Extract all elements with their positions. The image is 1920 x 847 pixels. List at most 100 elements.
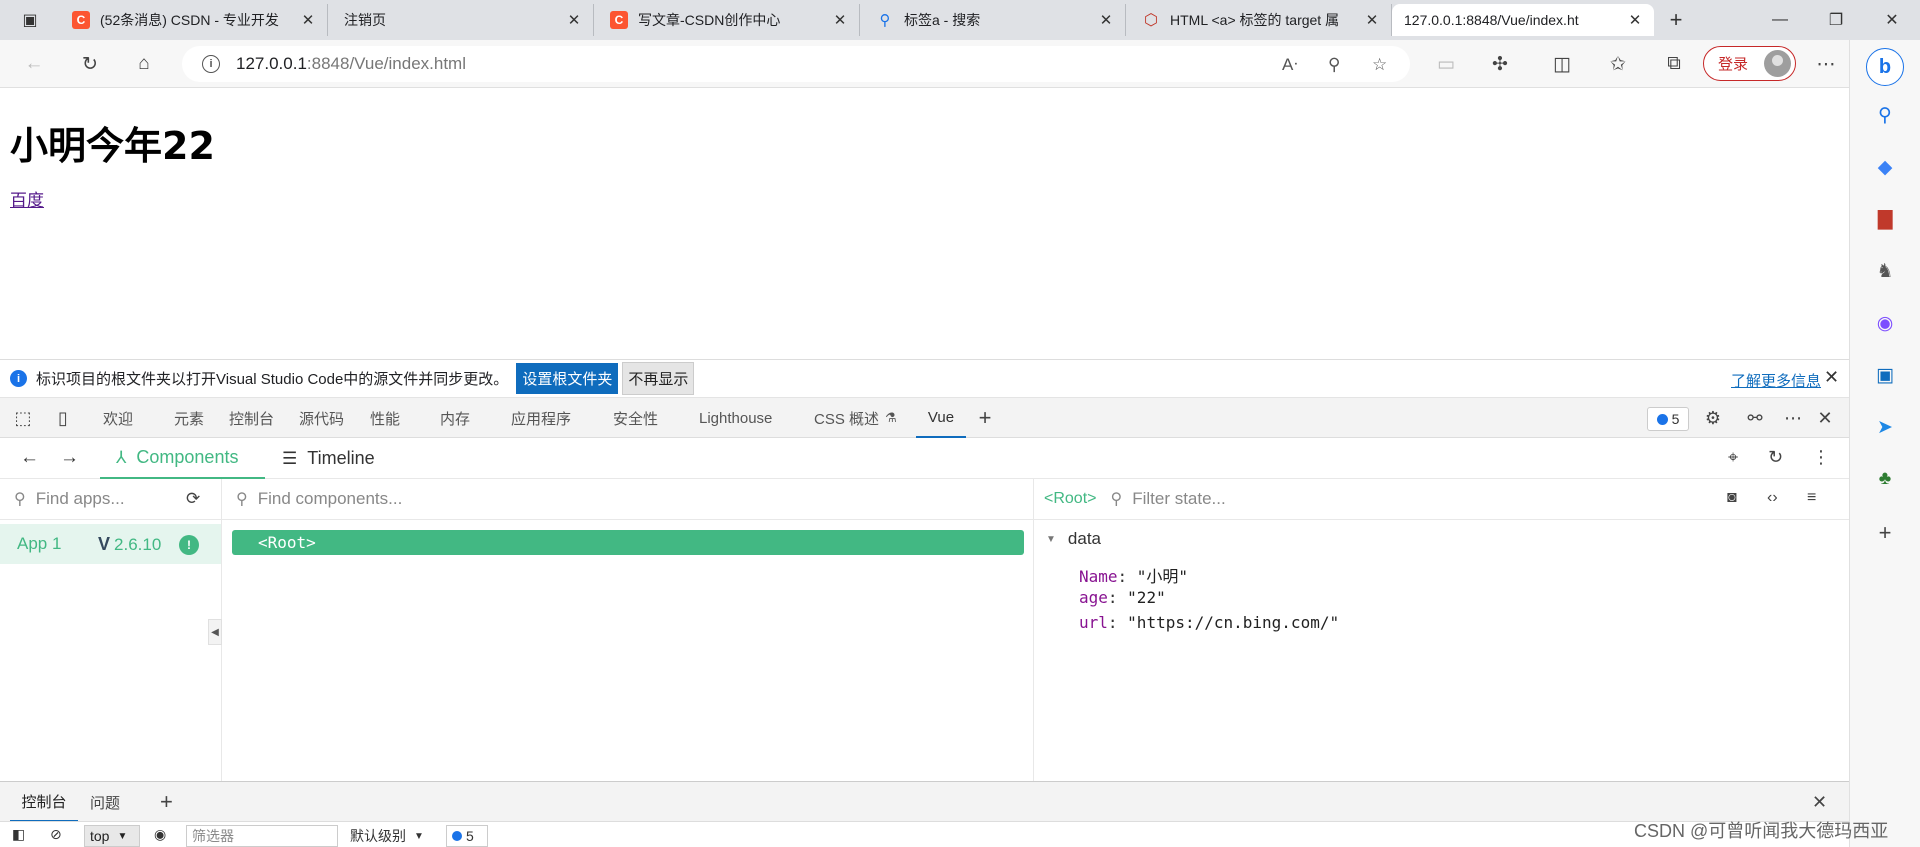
devtools-tab-elements[interactable]: 元素 xyxy=(174,398,204,438)
filter-state-input[interactable]: Filter state... xyxy=(1132,489,1226,509)
scroll-to-component-icon[interactable]: ≡ xyxy=(1807,489,1816,507)
office-icon[interactable]: ◉ xyxy=(1872,310,1898,336)
collections-icon[interactable]: ⧉ xyxy=(1658,50,1690,78)
collapse-pane-icon[interactable]: ◀ xyxy=(208,619,222,645)
outlook-icon[interactable]: ▣ xyxy=(1872,362,1898,388)
split-screen-icon[interactable]: ◫ xyxy=(1546,50,1578,78)
read-aloud-icon[interactable]: Aᐧ xyxy=(1282,55,1298,75)
new-tab-icon[interactable]: + xyxy=(1660,6,1692,34)
back-icon[interactable]: ← xyxy=(18,50,50,78)
close-tab-icon[interactable]: ✕ xyxy=(1097,11,1115,29)
find-apps-input[interactable]: Find apps... xyxy=(36,489,125,509)
state-prop-url[interactable]: url: "https://cn.bing.com/" xyxy=(1079,613,1339,632)
zoom-icon[interactable]: ⚲ xyxy=(1328,55,1340,75)
prop-key: url xyxy=(1079,613,1108,632)
nav-back-icon[interactable]: ← xyxy=(20,447,39,469)
tools-briefcase-icon[interactable]: ▇ xyxy=(1872,206,1898,232)
devtools-tab-welcome[interactable]: 欢迎 xyxy=(103,398,133,438)
context-selector[interactable]: top ▼ xyxy=(84,825,140,847)
tree-node-root[interactable]: <Root> xyxy=(232,530,1024,555)
learn-more-link[interactable]: 了解更多信息 xyxy=(1731,370,1821,391)
open-source-icon[interactable]: ‹› xyxy=(1767,489,1778,507)
close-tab-icon[interactable]: ✕ xyxy=(565,11,583,29)
devtools-tab-performance[interactable]: 性能 xyxy=(370,398,400,438)
settings-gear-icon[interactable]: ⚙ xyxy=(1700,406,1726,430)
tab-actions-icon[interactable]: ▣ xyxy=(14,6,46,34)
set-root-folder-button[interactable]: 设置根文件夹 xyxy=(516,363,619,394)
inspect-dom-icon[interactable]: ◙ xyxy=(1727,489,1737,507)
connect-device-icon[interactable]: ⚯ xyxy=(1742,406,1768,430)
devtools-more-icon[interactable]: ⋯ xyxy=(1780,406,1806,430)
devtools-tab-memory[interactable]: 内存 xyxy=(440,398,470,438)
dont-show-again-button[interactable]: 不再显示 xyxy=(622,362,695,395)
state-prop-name[interactable]: Name: "小明" xyxy=(1079,563,1188,587)
shopping-tag-icon[interactable]: ◆ xyxy=(1872,154,1898,180)
login-button[interactable]: 登录 xyxy=(1703,46,1796,81)
more-tools-plus-icon[interactable]: + xyxy=(972,405,998,430)
browser-tab-write[interactable]: C 写文章-CSDN创作中心 ✕ xyxy=(598,4,860,36)
site-info-icon[interactable]: i xyxy=(202,55,220,73)
reload-icon[interactable]: ↻ xyxy=(74,50,106,78)
devtools-tab-sources[interactable]: 源代码 xyxy=(299,398,344,438)
devtools-tab-css-overview[interactable]: CSS 概述 ⚗ xyxy=(814,398,897,438)
tree-icon[interactable]: ♣ xyxy=(1872,466,1898,492)
send-icon[interactable]: ➤ xyxy=(1872,414,1898,440)
nav-forward-icon[interactable]: → xyxy=(60,447,79,469)
console-filter-input[interactable]: 筛选器 xyxy=(186,825,338,847)
console-issues-badge[interactable]: 5 xyxy=(446,825,488,847)
close-tab-icon[interactable]: ✕ xyxy=(299,11,317,29)
close-tab-icon[interactable]: ✕ xyxy=(831,11,849,29)
select-component-target-icon[interactable]: ⌖ xyxy=(1728,447,1738,468)
browser-tab-html-target[interactable]: ⬡ HTML <a> 标签的 target 属 ✕ xyxy=(1130,4,1392,36)
restore-icon[interactable]: ❐ xyxy=(1808,0,1864,40)
sidebar-toggle-icon[interactable]: ◧ xyxy=(12,826,25,843)
app-row-app1[interactable]: App 1 V 2.6.10 ! xyxy=(0,524,221,564)
inspect-element-icon[interactable]: ⬚ xyxy=(10,406,36,430)
state-section-data[interactable]: ▼ data xyxy=(1046,529,1101,549)
refresh-apps-icon[interactable]: ⟳ xyxy=(186,489,200,509)
baidu-link[interactable]: 百度 xyxy=(10,186,44,211)
address-bar[interactable]: i 127.0.0.1:8848/Vue/index.html Aᐧ ⚲ ☆ xyxy=(182,46,1410,82)
url-text[interactable]: 127.0.0.1:8848/Vue/index.html xyxy=(236,54,466,74)
close-infobar-icon[interactable]: ✕ xyxy=(1824,367,1839,388)
games-icon[interactable]: ♞ xyxy=(1872,258,1898,284)
device-emulation-icon[interactable]: ▯ xyxy=(50,406,76,430)
devtools-tab-application[interactable]: 应用程序 xyxy=(511,398,571,438)
close-drawer-icon[interactable]: ✕ xyxy=(1812,782,1827,822)
find-components-input[interactable]: Find components... xyxy=(258,489,403,509)
drawer-tab-issues[interactable]: 问题 xyxy=(90,782,120,822)
devtools-tab-vue[interactable]: Vue xyxy=(916,398,966,438)
vue-more-icon[interactable]: ⋮ xyxy=(1812,447,1830,468)
home-icon[interactable]: ⌂ xyxy=(128,50,160,78)
browser-tab-logout[interactable]: 注销页 ✕ xyxy=(332,4,594,109)
state-prop-age[interactable]: age: "22" xyxy=(1079,588,1166,607)
log-level-selector[interactable]: 默认级别 ▼ xyxy=(350,826,424,846)
minimize-icon[interactable]: — xyxy=(1752,0,1808,40)
browser-tab-csdn[interactable]: C (52条消息) CSDN - 专业开发 ✕ xyxy=(60,4,328,36)
close-devtools-icon[interactable]: ✕ xyxy=(1812,406,1838,430)
vue-tab-timeline[interactable]: ☰ Timeline xyxy=(282,438,375,479)
live-expression-eye-icon[interactable]: ◉ xyxy=(154,826,166,843)
drawer-add-tab-icon[interactable]: + xyxy=(160,782,173,822)
devtools-tab-security[interactable]: 安全性 xyxy=(613,398,658,438)
vue-tab-components[interactable]: ⅄ Components xyxy=(100,438,265,479)
more-menu-icon[interactable]: ⋯ xyxy=(1810,50,1842,78)
extensions-icon[interactable]: ✣ xyxy=(1484,50,1516,78)
close-tab-icon[interactable]: ✕ xyxy=(1363,11,1381,29)
bing-copilot-icon[interactable]: b xyxy=(1866,48,1904,86)
browser-tab-active[interactable]: 127.0.0.1:8848/Vue/index.ht ✕ xyxy=(1392,4,1654,109)
devtools-tab-console[interactable]: 控制台 xyxy=(229,398,274,438)
add-sidebar-icon[interactable]: + xyxy=(1872,520,1898,546)
favorites-icon[interactable]: ✩ xyxy=(1602,50,1634,78)
close-window-icon[interactable]: ✕ xyxy=(1864,0,1920,40)
add-favorite-icon[interactable]: ☆ xyxy=(1372,55,1387,75)
refresh-icon[interactable]: ↻ xyxy=(1768,447,1783,468)
app-available-icon[interactable]: ▭ xyxy=(1430,50,1462,78)
issues-badge[interactable]: 5 xyxy=(1647,407,1689,431)
browser-tab-search[interactable]: ⚲ 标签a - 搜索 ✕ xyxy=(864,4,1126,36)
drawer-tab-console[interactable]: 控制台 xyxy=(10,782,78,822)
devtools-tab-lighthouse[interactable]: Lighthouse xyxy=(699,398,772,438)
search-icon[interactable]: ⚲ xyxy=(1872,102,1898,128)
clear-console-icon[interactable]: ⊘ xyxy=(50,826,62,843)
close-tab-icon[interactable]: ✕ xyxy=(1626,11,1644,29)
